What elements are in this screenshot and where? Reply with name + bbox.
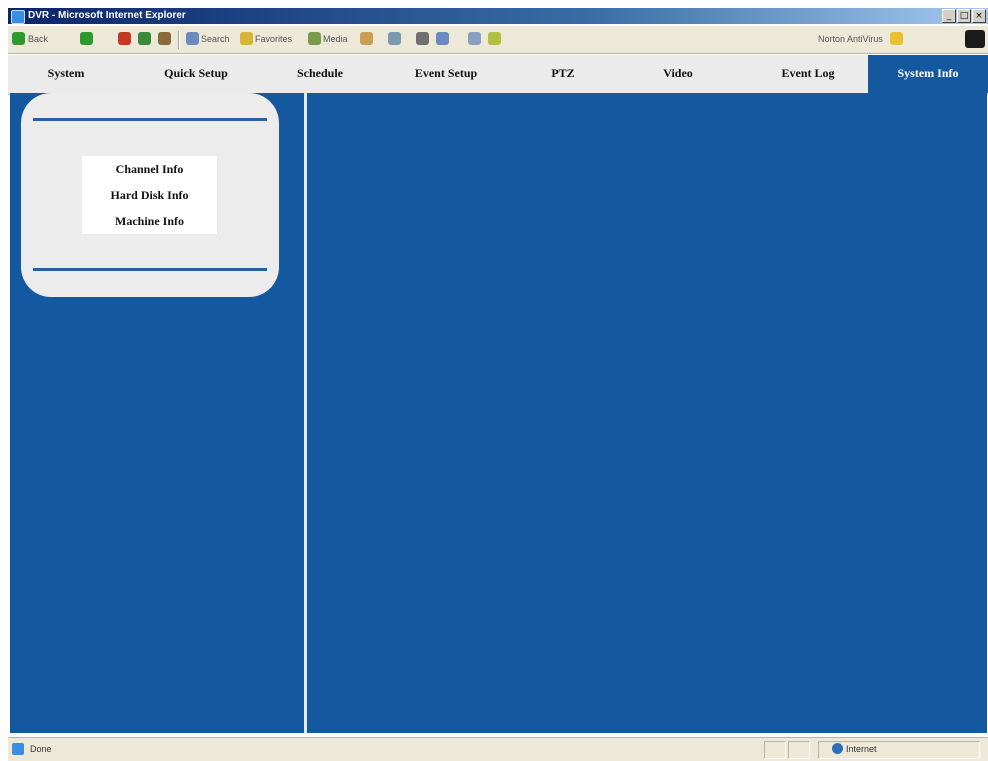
submenu-item-hard-disk-info[interactable]: Hard Disk Info [82,182,217,208]
stop-icon[interactable] [118,32,131,45]
media-button[interactable]: Media [323,33,348,45]
discuss-icon[interactable] [468,32,481,45]
submenu-list: Channel Info Hard Disk Info Machine Info [82,156,217,234]
submenu-item-channel-info[interactable]: Channel Info [82,156,217,182]
status-text: Done [30,744,52,754]
close-button[interactable]: × [972,9,986,23]
search-icon[interactable] [186,32,199,45]
tab-ptz[interactable]: PTZ [528,55,598,93]
status-cell [764,741,786,759]
security-zone-label: Internet [846,744,877,754]
norton-icon[interactable] [890,32,903,45]
tab-schedule[interactable]: Schedule [270,55,370,93]
back-button[interactable]: Back [28,33,48,45]
window-title: DVR - Microsoft Internet Explorer [28,10,186,21]
favorites-button[interactable]: Favorites [255,33,292,45]
maximize-button[interactable]: □ [957,9,971,23]
windows-logo-icon [965,30,985,48]
search-button[interactable]: Search [201,33,230,45]
submenu-item-machine-info[interactable]: Machine Info [82,208,217,234]
media-icon[interactable] [308,32,321,45]
messenger-icon[interactable] [488,32,501,45]
back-arrow-icon[interactable] [12,32,25,45]
submenu-panel: Channel Info Hard Disk Info Machine Info [21,93,279,297]
edit-icon[interactable] [436,32,449,45]
forward-arrow-icon[interactable] [80,32,93,45]
submenu-top-divider [33,118,267,121]
tab-event-log[interactable]: Event Log [758,55,858,93]
toolbar-separator [178,31,180,49]
history-icon[interactable] [360,32,373,45]
norton-antivirus-label[interactable]: Norton AntiVirus [818,33,883,45]
window-controls: _ □ × [942,9,986,23]
tab-quick-setup[interactable]: Quick Setup [136,55,256,93]
favorites-icon[interactable] [240,32,253,45]
tab-event-setup[interactable]: Event Setup [386,55,506,93]
refresh-icon[interactable] [138,32,151,45]
status-bar: Done Internet [8,737,988,761]
home-icon[interactable] [158,32,171,45]
page-done-icon [12,743,24,755]
title-bar: DVR - Microsoft Internet Explorer _ □ × [8,8,988,24]
submenu-bottom-divider [33,268,267,271]
mail-icon[interactable] [388,32,401,45]
tab-system-info[interactable]: System Info [868,55,988,93]
ie-logo-icon [11,10,25,24]
status-cell [788,741,810,759]
internet-globe-icon [832,743,843,754]
tab-video[interactable]: Video [638,55,718,93]
main-nav: System Quick Setup Schedule Event Setup … [8,55,988,95]
content-area [307,93,987,733]
print-icon[interactable] [416,32,429,45]
minimize-button[interactable]: _ [942,9,956,23]
browser-toolbar: Back Search Favorites Media Norton AntiV… [8,26,988,54]
left-sidebar: Channel Info Hard Disk Info Machine Info [10,93,307,733]
tab-system[interactable]: System [16,55,116,93]
